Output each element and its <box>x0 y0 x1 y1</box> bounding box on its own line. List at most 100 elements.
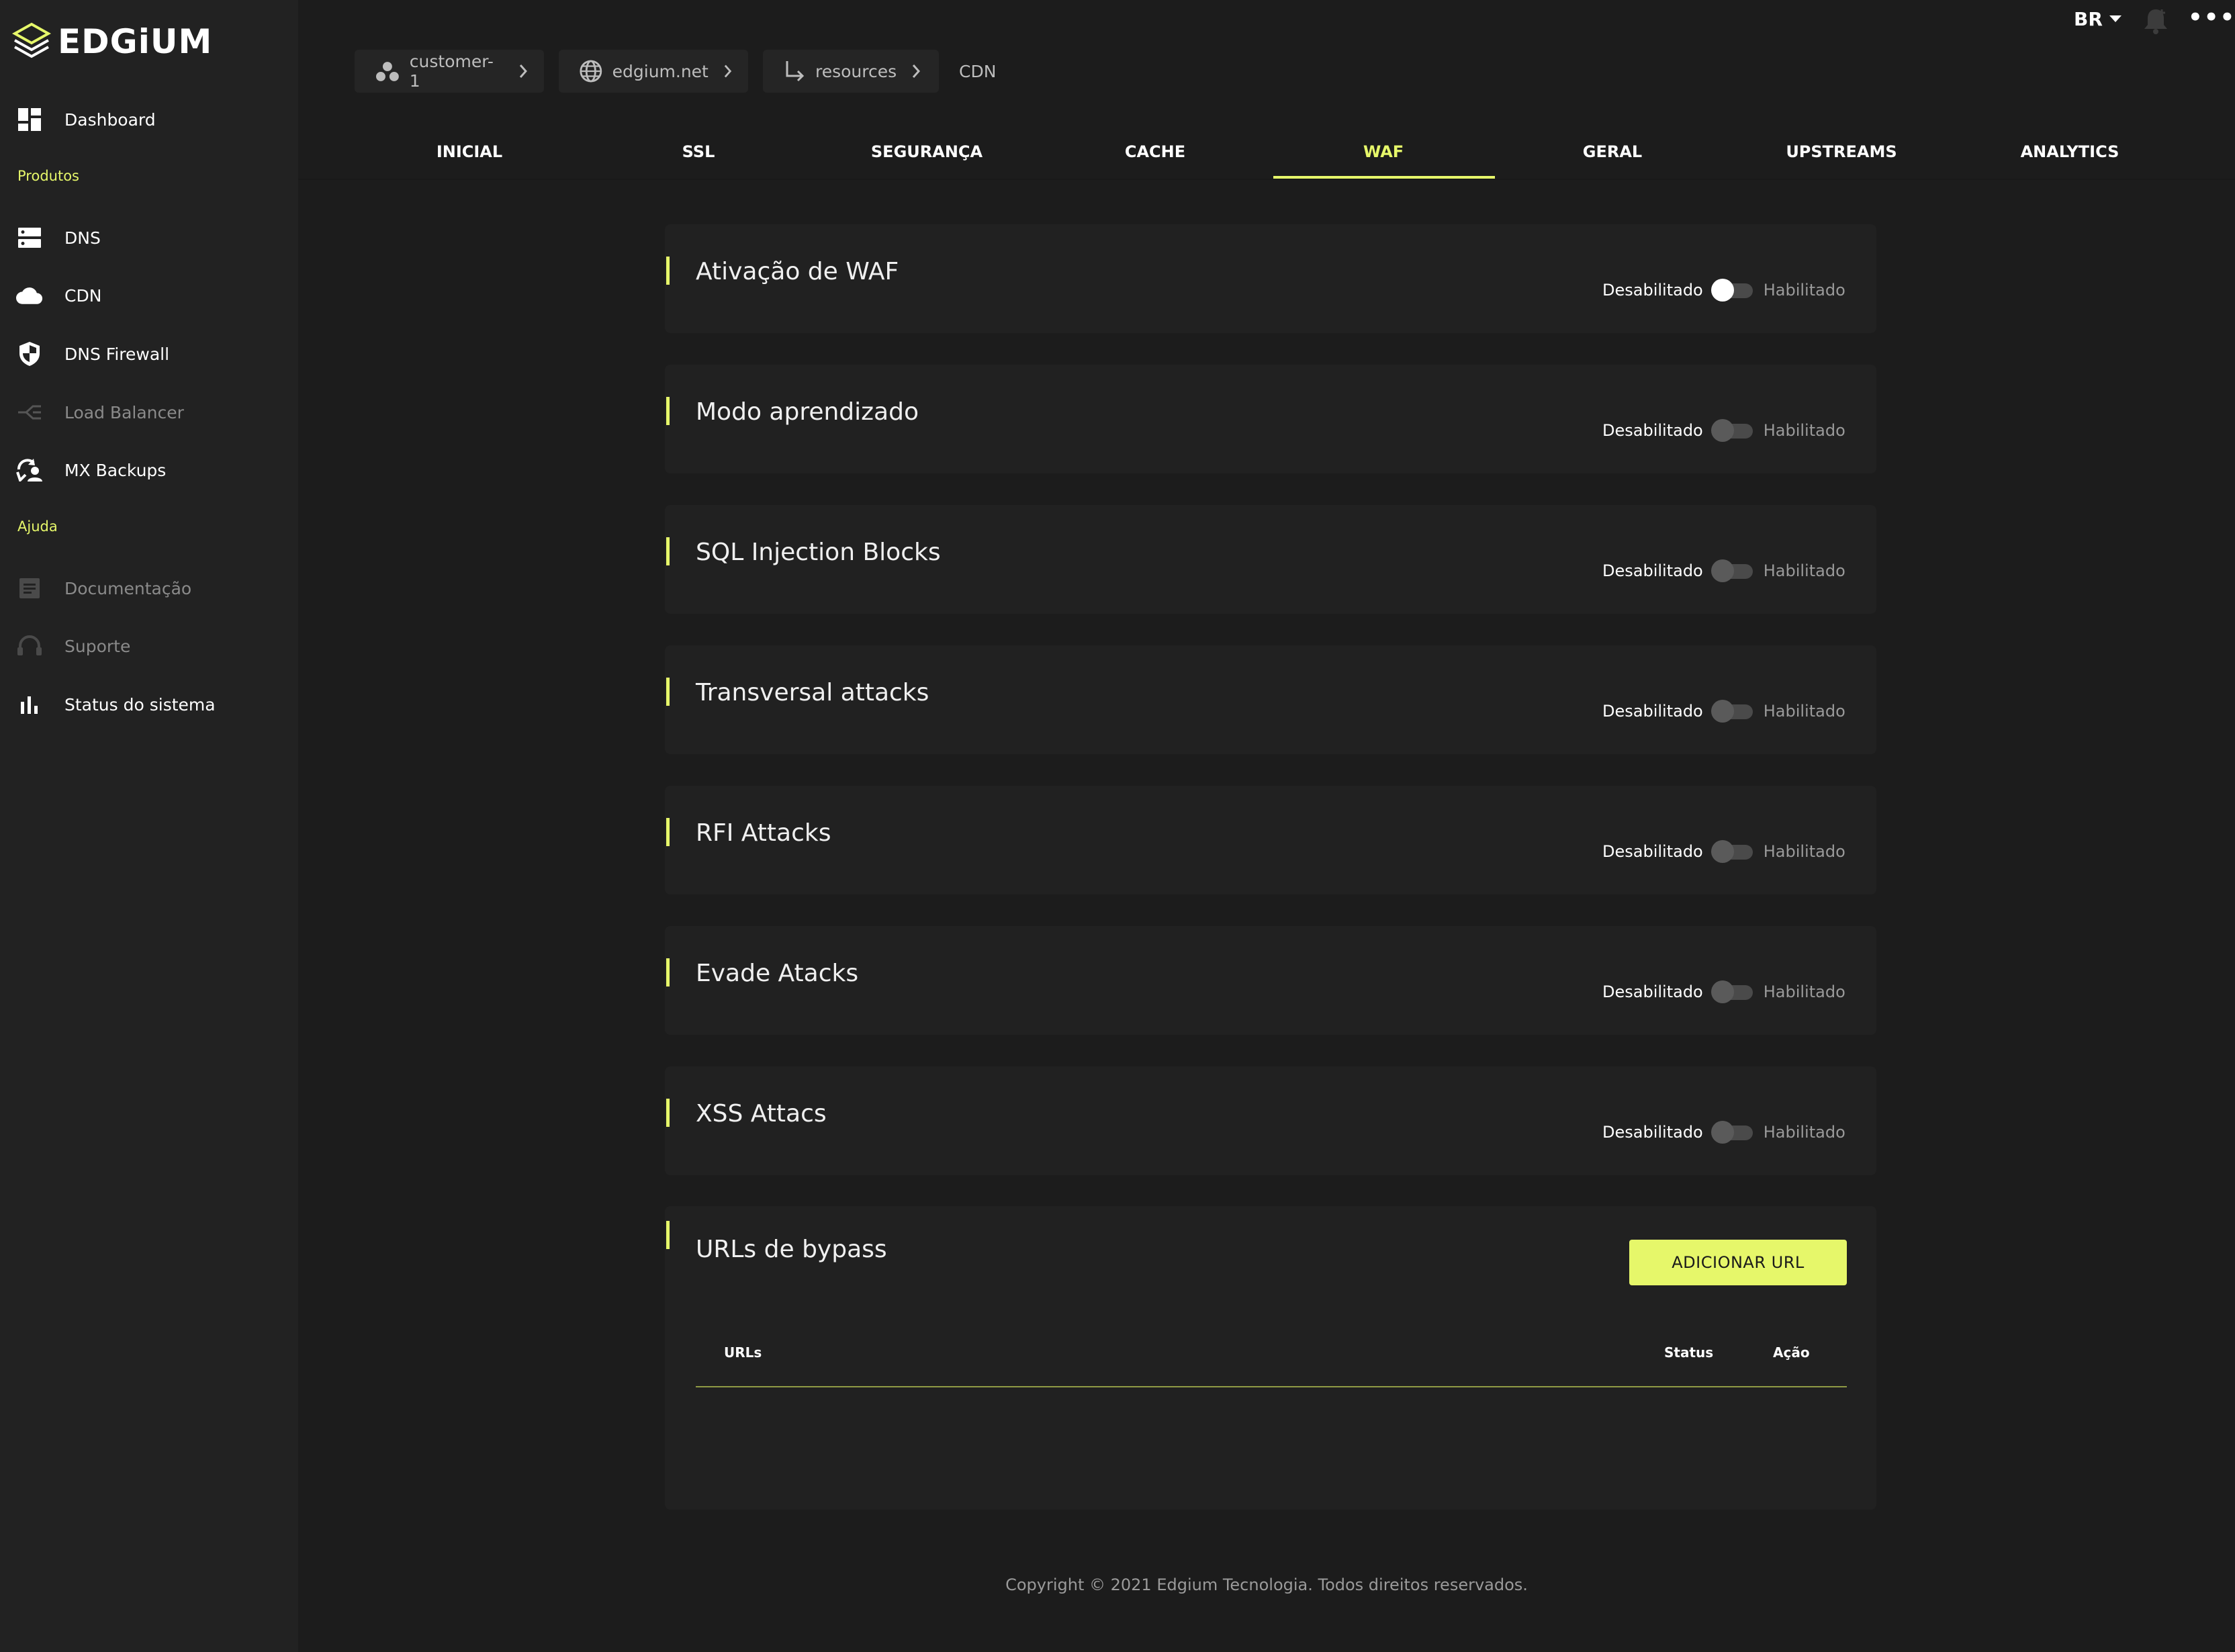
brand-logo[interactable]: EDGiUM <box>12 21 212 62</box>
column-header-action[interactable]: Ação <box>1773 1344 1810 1361</box>
card-accent-bar <box>666 958 670 986</box>
tab-waf[interactable]: WAF <box>1269 124 1498 180</box>
card-accent-bar <box>666 257 670 285</box>
tab-inicial[interactable]: INICIAL <box>355 124 584 180</box>
tab-cache[interactable]: CACHE <box>1041 124 1269 180</box>
cloud-icon <box>16 282 43 309</box>
toggle-on-label: Habilitado <box>1763 281 1845 300</box>
breadcrumb-label: customer-1 <box>409 52 494 91</box>
tab-bar-divider <box>298 179 2235 180</box>
column-header-urls[interactable]: URLs <box>724 1344 762 1361</box>
card-accent-bar <box>666 397 670 425</box>
sidebar-item-label: DNS <box>64 228 101 248</box>
sidebar-item-load-balancer[interactable]: Load Balancer <box>16 392 184 432</box>
active-tab-indicator <box>1273 176 1495 179</box>
toggle-transversal-attacks[interactable]: Desabilitado Habilitado <box>1602 699 1845 723</box>
table-header-divider <box>696 1386 1847 1387</box>
tab-ssl[interactable]: SSL <box>584 124 813 180</box>
toggle-off-label: Desabilitado <box>1602 842 1703 861</box>
card-accent-bar <box>666 818 670 846</box>
column-header-status[interactable]: Status <box>1664 1344 1713 1361</box>
chevron-right-icon <box>519 64 528 78</box>
setting-card-transversal-attacks: Transversal attacks Desabilitado Habilit… <box>665 645 1876 754</box>
headset-icon <box>16 633 43 659</box>
toggle-switch[interactable] <box>1711 839 1755 864</box>
caret-down-icon <box>2109 15 2122 22</box>
sidebar-item-label: DNS Firewall <box>64 344 170 364</box>
breadcrumb-current: CDN <box>959 61 997 81</box>
toggle-on-label: Habilitado <box>1763 1123 1845 1142</box>
card-accent-bar <box>666 678 670 706</box>
sidebar-item-dns-firewall[interactable]: DNS Firewall <box>16 334 169 374</box>
toggle-on-label: Habilitado <box>1763 842 1845 861</box>
sidebar-item-label: Dashboard <box>64 109 156 130</box>
language-selector[interactable]: BR <box>2074 8 2122 30</box>
toggle-xss-attacks[interactable]: Desabilitado Habilitado <box>1602 1120 1845 1144</box>
toggle-switch[interactable] <box>1711 418 1755 443</box>
tab-analytics[interactable]: ANALYTICS <box>1956 124 2184 180</box>
breadcrumb-label: resources <box>815 61 897 81</box>
sidebar-item-label: Suporte <box>64 636 131 656</box>
tab-seguranca[interactable]: SEGURANÇA <box>813 124 1041 180</box>
setting-card-xss-attacks: XSS Attacs Desabilitado Habilitado <box>665 1066 1876 1175</box>
chevron-right-icon <box>913 64 921 78</box>
tab-geral[interactable]: GERAL <box>1498 124 1727 180</box>
add-url-button[interactable]: ADICIONAR URL <box>1629 1240 1847 1285</box>
toggle-off-label: Desabilitado <box>1602 281 1703 300</box>
section-label-help: Ajuda <box>17 518 58 535</box>
sidebar-item-label: CDN <box>64 285 102 306</box>
setting-card-sql-injection: SQL Injection Blocks Desabilitado Habili… <box>665 505 1876 614</box>
toggle-evade-attacks[interactable]: Desabilitado Habilitado <box>1602 980 1845 1004</box>
bypass-urls-title: URLs de bypass <box>696 1236 887 1263</box>
document-icon <box>16 575 43 602</box>
notifications-button[interactable] <box>2142 7 2169 38</box>
toggle-waf-activation[interactable]: Desabilitado Habilitado <box>1602 278 1845 302</box>
toggle-on-label: Habilitado <box>1763 561 1845 580</box>
subdirectory-arrow-icon <box>786 61 805 82</box>
sidebar-item-system-status[interactable]: Status do sistema <box>16 684 216 725</box>
tab-upstreams[interactable]: UPSTREAMS <box>1727 124 1956 180</box>
toggle-switch[interactable] <box>1711 1120 1755 1144</box>
sidebar-item-dns[interactable]: DNS <box>16 218 101 258</box>
setting-title: SQL Injection Blocks <box>696 539 941 566</box>
setting-title: Modo aprendizado <box>696 398 919 426</box>
setting-title: Transversal attacks <box>696 679 929 706</box>
toggle-sql-injection[interactable]: Desabilitado Habilitado <box>1602 559 1845 583</box>
toggle-rfi-attacks[interactable]: Desabilitado Habilitado <box>1602 839 1845 864</box>
group-icon <box>375 62 399 81</box>
section-label-products: Produtos <box>17 168 79 184</box>
toggle-on-label: Habilitado <box>1763 702 1845 721</box>
sidebar-item-documentation[interactable]: Documentação <box>16 568 191 608</box>
toggle-learning-mode[interactable]: Desabilitado Habilitado <box>1602 418 1845 443</box>
toggle-switch[interactable] <box>1711 980 1755 1004</box>
toggle-on-label: Habilitado <box>1763 982 1845 1001</box>
sidebar-item-label: MX Backups <box>64 460 167 480</box>
breadcrumb-domain[interactable]: edgium.net <box>559 50 748 93</box>
chevron-right-icon <box>724 64 732 78</box>
toggle-switch[interactable] <box>1711 699 1755 723</box>
breadcrumb-customer[interactable]: customer-1 <box>355 50 544 93</box>
sidebar-item-label: Documentação <box>64 578 192 598</box>
more-menu-button[interactable]: ••• <box>2188 4 2235 31</box>
sidebar-item-dashboard[interactable]: Dashboard <box>16 99 156 140</box>
toggle-off-label: Desabilitado <box>1602 1123 1703 1142</box>
toggle-switch[interactable] <box>1711 559 1755 583</box>
bar-chart-icon <box>16 691 43 718</box>
language-label: BR <box>2074 8 2103 30</box>
setting-card-evade-attacks: Evade Atacks Desabilitado Habilitado <box>665 926 1876 1035</box>
edgium-logo-icon <box>12 22 51 58</box>
sidebar-item-support[interactable]: Suporte <box>16 626 130 666</box>
dns-server-icon <box>16 224 43 251</box>
breadcrumb-resources[interactable]: resources <box>763 50 939 93</box>
mail-backup-icon <box>16 457 43 484</box>
sidebar-item-cdn[interactable]: CDN <box>16 275 101 316</box>
toggle-switch[interactable] <box>1711 278 1755 302</box>
toggle-off-label: Desabilitado <box>1602 982 1703 1001</box>
setting-card-rfi-attacks: RFI Attacks Desabilitado Habilitado <box>665 786 1876 894</box>
setting-title: XSS Attacs <box>696 1100 827 1128</box>
load-balancer-icon <box>16 399 43 426</box>
sidebar-item-label: Status do sistema <box>64 694 216 715</box>
sidebar-item-mx-backups[interactable]: MX Backups <box>16 450 166 490</box>
setting-card-learning-mode: Modo aprendizado Desabilitado Habilitado <box>665 365 1876 473</box>
setting-title: Evade Atacks <box>696 960 859 987</box>
